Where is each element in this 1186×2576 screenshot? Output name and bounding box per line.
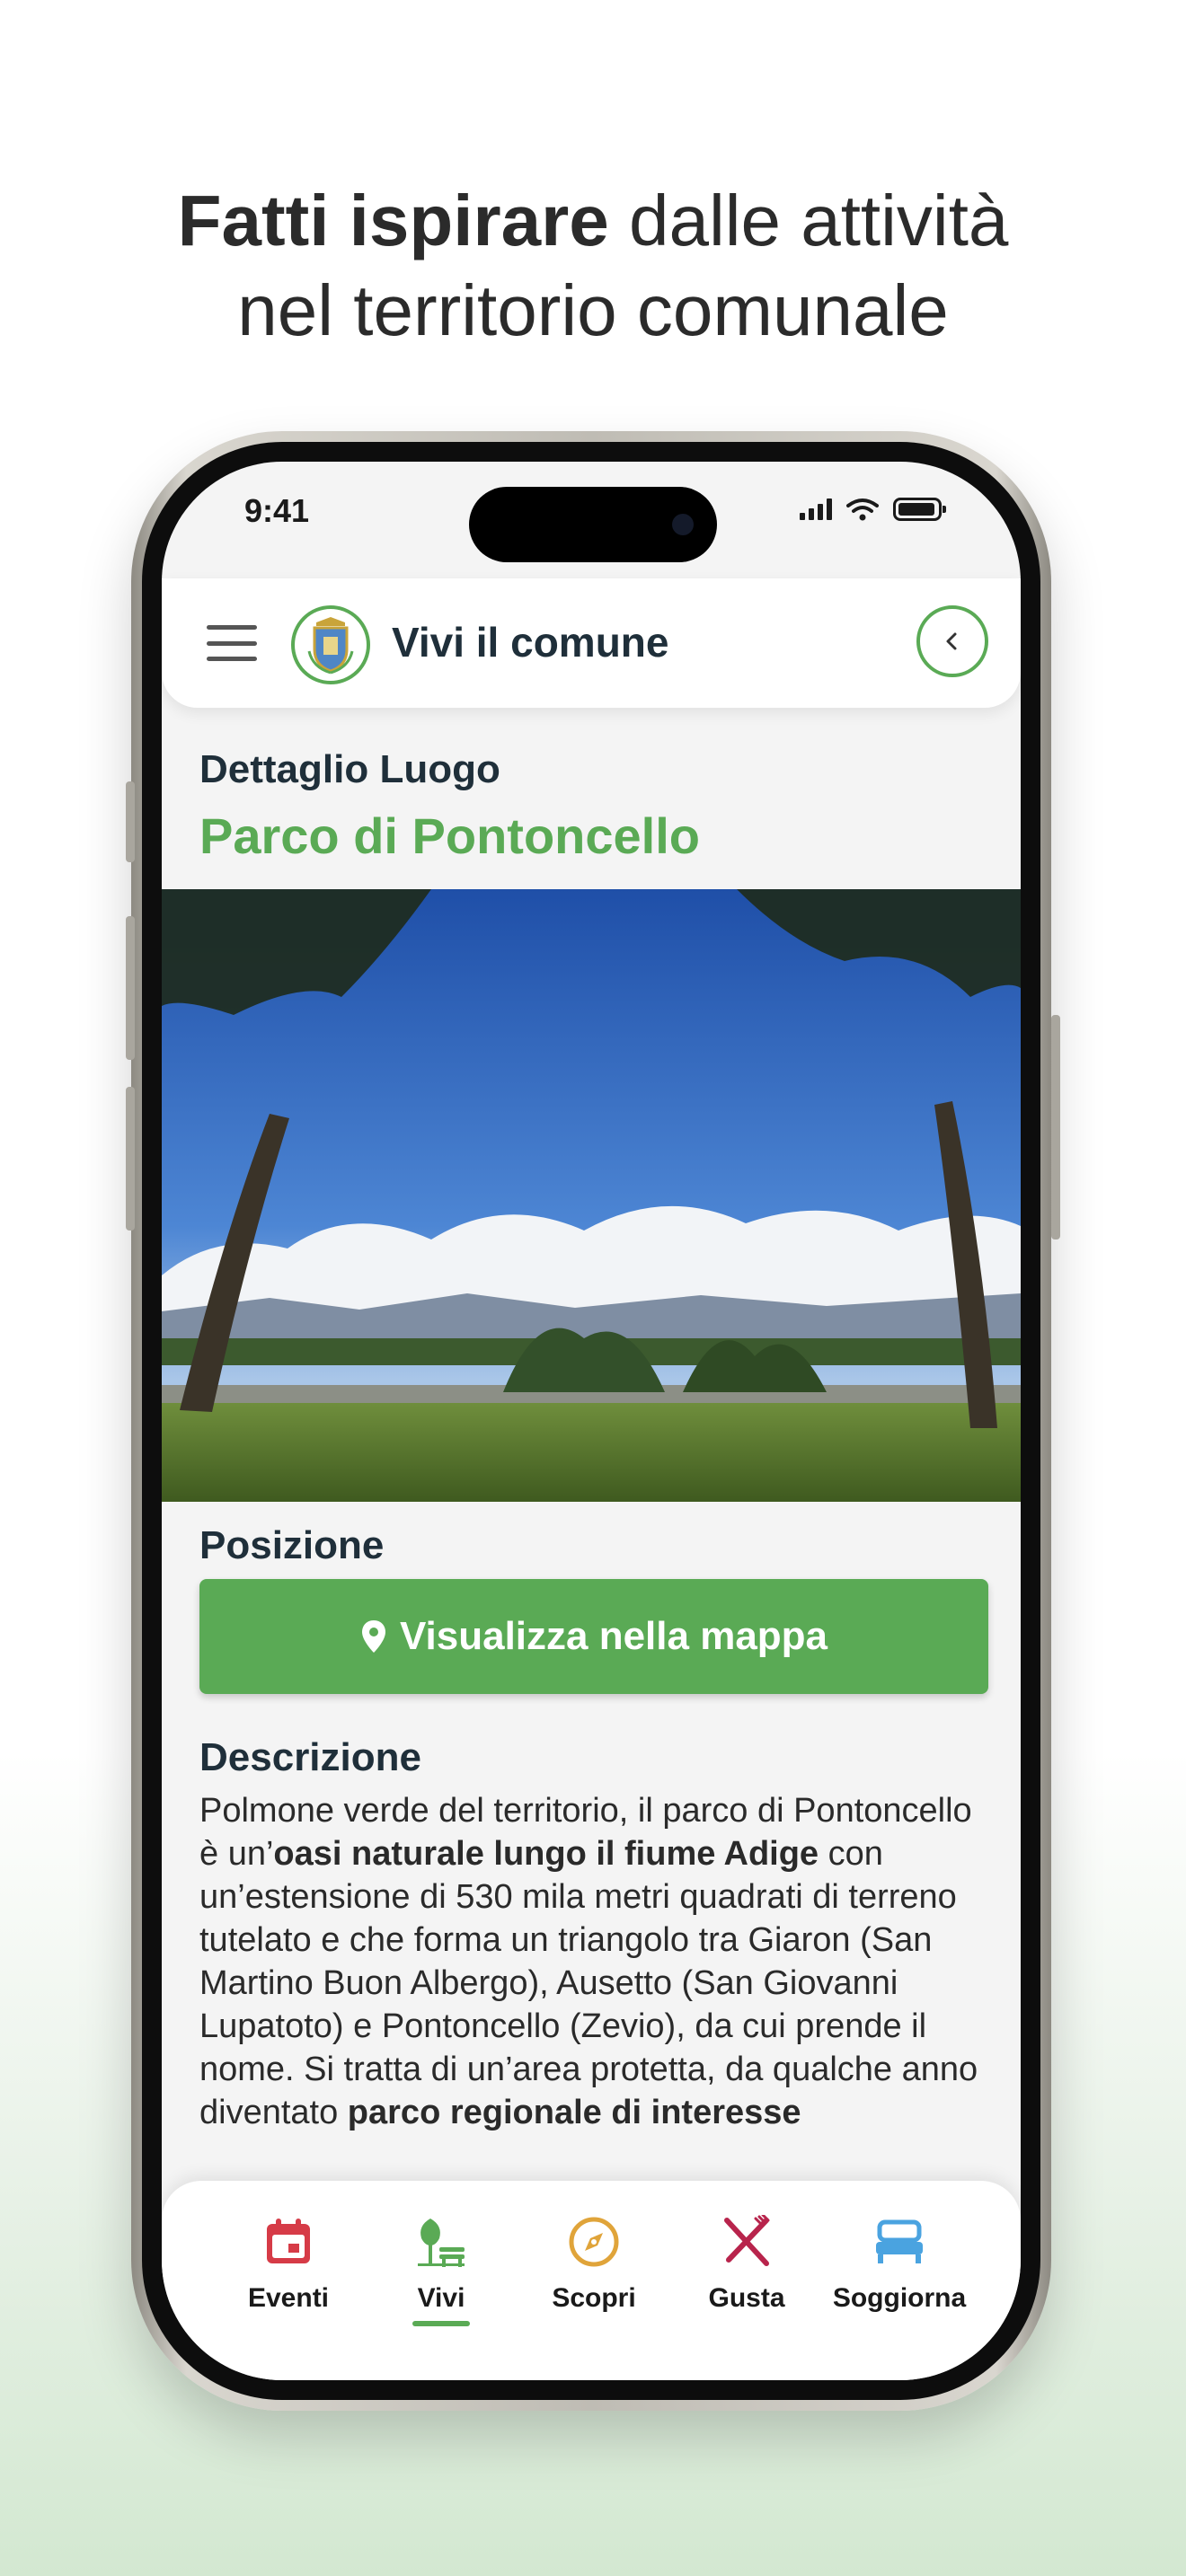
menu-icon[interactable]: [207, 625, 257, 661]
tab-scopri[interactable]: Scopri: [518, 2213, 670, 2330]
app-title: Vivi il comune: [392, 619, 669, 666]
bottom-tab-bar: Eventi Vivi Scopri Gusta Soggiorna: [162, 2181, 1021, 2380]
tab-gusta-label: Gusta: [708, 2283, 785, 2313]
view-map-button[interactable]: Visualizza nella mappa: [199, 1579, 988, 1694]
action-button: [126, 781, 135, 862]
description-label: Descrizione: [199, 1735, 421, 1779]
power-button: [1051, 1015, 1060, 1239]
tab-gusta[interactable]: Gusta: [670, 2213, 823, 2330]
volume-up-button: [126, 916, 135, 1060]
tab-vivi-label: Vivi: [417, 2283, 465, 2313]
compass-icon: [569, 2217, 619, 2267]
headline-bold: Fatti ispirare: [177, 181, 609, 260]
municipality-logo: [291, 605, 370, 684]
volume-down-button: [126, 1087, 135, 1231]
back-button[interactable]: [916, 605, 988, 677]
status-icons: [800, 498, 946, 521]
position-label: Posizione: [199, 1523, 385, 1567]
headline-rest: dalle attività: [608, 181, 1009, 260]
fork-knife-icon: [724, 2215, 770, 2266]
description-text: Polmone verde del territorio, il parco d…: [199, 1789, 999, 2134]
active-tab-indicator: [412, 2321, 470, 2326]
app-header: Vivi il comune: [162, 578, 1021, 708]
battery-icon: [893, 498, 946, 521]
tab-scopri-label: Scopri: [552, 2283, 636, 2313]
status-time: 9:41: [244, 492, 310, 529]
phone-screen: 9:41 Vivi il comune Dettaglio Luogo Parc…: [162, 462, 1021, 2380]
description-highlight: oasi naturale lungo il fiume Adige: [273, 1835, 819, 1873]
chevron-left-icon: [946, 632, 957, 650]
place-photo: [162, 889, 1021, 1502]
status-bar: 9:41: [162, 462, 1021, 578]
tree-bench-icon: [418, 2219, 465, 2267]
tab-soggiorna[interactable]: Soggiorna: [823, 2213, 976, 2330]
camera-icon: [672, 514, 694, 535]
tab-eventi[interactable]: Eventi: [212, 2213, 365, 2330]
cellular-signal-icon: [800, 498, 832, 520]
coat-of-arms-icon: [307, 617, 354, 675]
description-highlight: parco regionale di interesse: [347, 2094, 801, 2131]
tab-soggiorna-label: Soggiorna: [832, 2283, 967, 2313]
view-map-label: Visualizza nella mappa: [399, 1614, 828, 1658]
place-title: Parco di Pontoncello: [199, 807, 700, 864]
wifi-icon: [846, 498, 879, 521]
dynamic-island: [469, 487, 717, 562]
headline-line2: nel territorio comunale: [237, 270, 949, 350]
bed-icon: [876, 2219, 923, 2263]
description-part: con un’estensione di 530 mila metri quad…: [199, 1835, 978, 2131]
marketing-headline: Fatti ispirare dalle attività nel territ…: [0, 176, 1186, 356]
calendar-icon: [267, 2219, 310, 2263]
map-pin-icon: [361, 1620, 385, 1653]
tab-eventi-label: Eventi: [247, 2283, 330, 2313]
section-title: Dettaglio Luogo: [199, 747, 500, 791]
tab-vivi[interactable]: Vivi: [365, 2213, 518, 2330]
